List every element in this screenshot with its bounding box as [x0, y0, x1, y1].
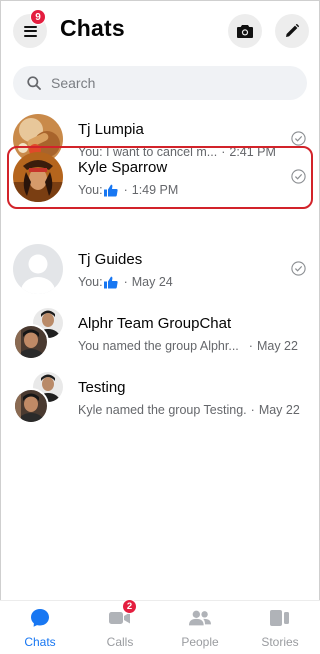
chat-item-testing[interactable]: Testing Kyle named the group Testing. · …: [0, 366, 320, 428]
stories-icon: [270, 610, 289, 626]
header: 9 Chats: [0, 0, 320, 62]
nav-label: Chats: [24, 635, 56, 649]
group-avatar: [13, 370, 65, 424]
seen-check-icon: [291, 169, 306, 184]
chat-time: May 24: [131, 275, 173, 289]
chat-preview: Kyle named the group Testing. · May 22: [78, 403, 300, 417]
avatar: [13, 244, 63, 294]
chat-name: Tj Lumpia: [78, 121, 144, 138]
thumbs-up-icon: [103, 276, 118, 288]
thumbs-up-icon: [103, 184, 118, 196]
group-avatar: [13, 306, 65, 360]
separator: ·: [123, 275, 128, 289]
chat-time: May 22: [256, 339, 298, 353]
people-icon: [189, 610, 211, 626]
avatar: [13, 324, 49, 360]
chat-time: 1:49 PM: [131, 183, 179, 197]
separator: ·: [123, 183, 128, 197]
search-bar[interactable]: [13, 66, 307, 100]
hamburger-menu-icon: [23, 25, 37, 37]
camera-icon: [237, 25, 253, 38]
seen-check-icon: [291, 261, 306, 276]
chat-item-kyle-sparrow[interactable]: Kyle Sparrow You: · 1:49 PM: [0, 146, 320, 208]
nav-item-chats[interactable]: Chats: [8, 607, 72, 653]
search-input[interactable]: [51, 75, 281, 91]
chat-name: Alphr Team GroupChat: [78, 315, 232, 332]
chat-name: Tj Guides: [78, 251, 143, 268]
seen-check-icon: [291, 131, 306, 146]
compose-button[interactable]: [275, 14, 309, 48]
chat-preview: You named the group Alphr... · May 22: [78, 339, 298, 353]
nav-label: People: [181, 635, 219, 649]
calls-badge: 2: [122, 599, 137, 614]
chat-preview: You: · 1:49 PM: [78, 183, 178, 197]
chat-message: You named the group Alphr...: [78, 339, 239, 353]
nav-label: Calls: [106, 635, 134, 649]
pencil-icon: [286, 24, 299, 37]
chat-time: May 22: [258, 403, 300, 417]
separator: ·: [248, 339, 253, 353]
separator: ·: [250, 403, 255, 417]
chat-item-tj-guides[interactable]: Tj Guides You: · May 24: [0, 238, 320, 300]
chat-prefix: You:: [78, 275, 103, 289]
camera-button[interactable]: [228, 14, 262, 48]
chat-item-alphr-team-groupchat[interactable]: Alphr Team GroupChat You named the group…: [0, 302, 320, 364]
search-icon: [27, 76, 41, 90]
chat-message: Kyle named the group Testing.: [78, 403, 247, 417]
chat-name: Testing: [78, 379, 126, 396]
bottom-nav: Chats 2 Calls People Stories: [0, 599, 320, 654]
nav-label: Stories: [261, 635, 299, 649]
menu-notification-badge: 9: [30, 9, 46, 25]
nav-item-stories[interactable]: Stories: [248, 607, 312, 653]
avatar: [13, 152, 63, 202]
avatar: [13, 388, 49, 424]
chat-prefix: You:: [78, 183, 103, 197]
chat-preview: You: · May 24: [78, 275, 173, 289]
chat-name: Kyle Sparrow: [78, 159, 168, 176]
nav-item-calls[interactable]: 2 Calls: [88, 599, 152, 653]
chat-bubble-icon: [31, 609, 49, 627]
page-title: Chats: [60, 15, 125, 41]
nav-item-people[interactable]: People: [168, 607, 232, 653]
